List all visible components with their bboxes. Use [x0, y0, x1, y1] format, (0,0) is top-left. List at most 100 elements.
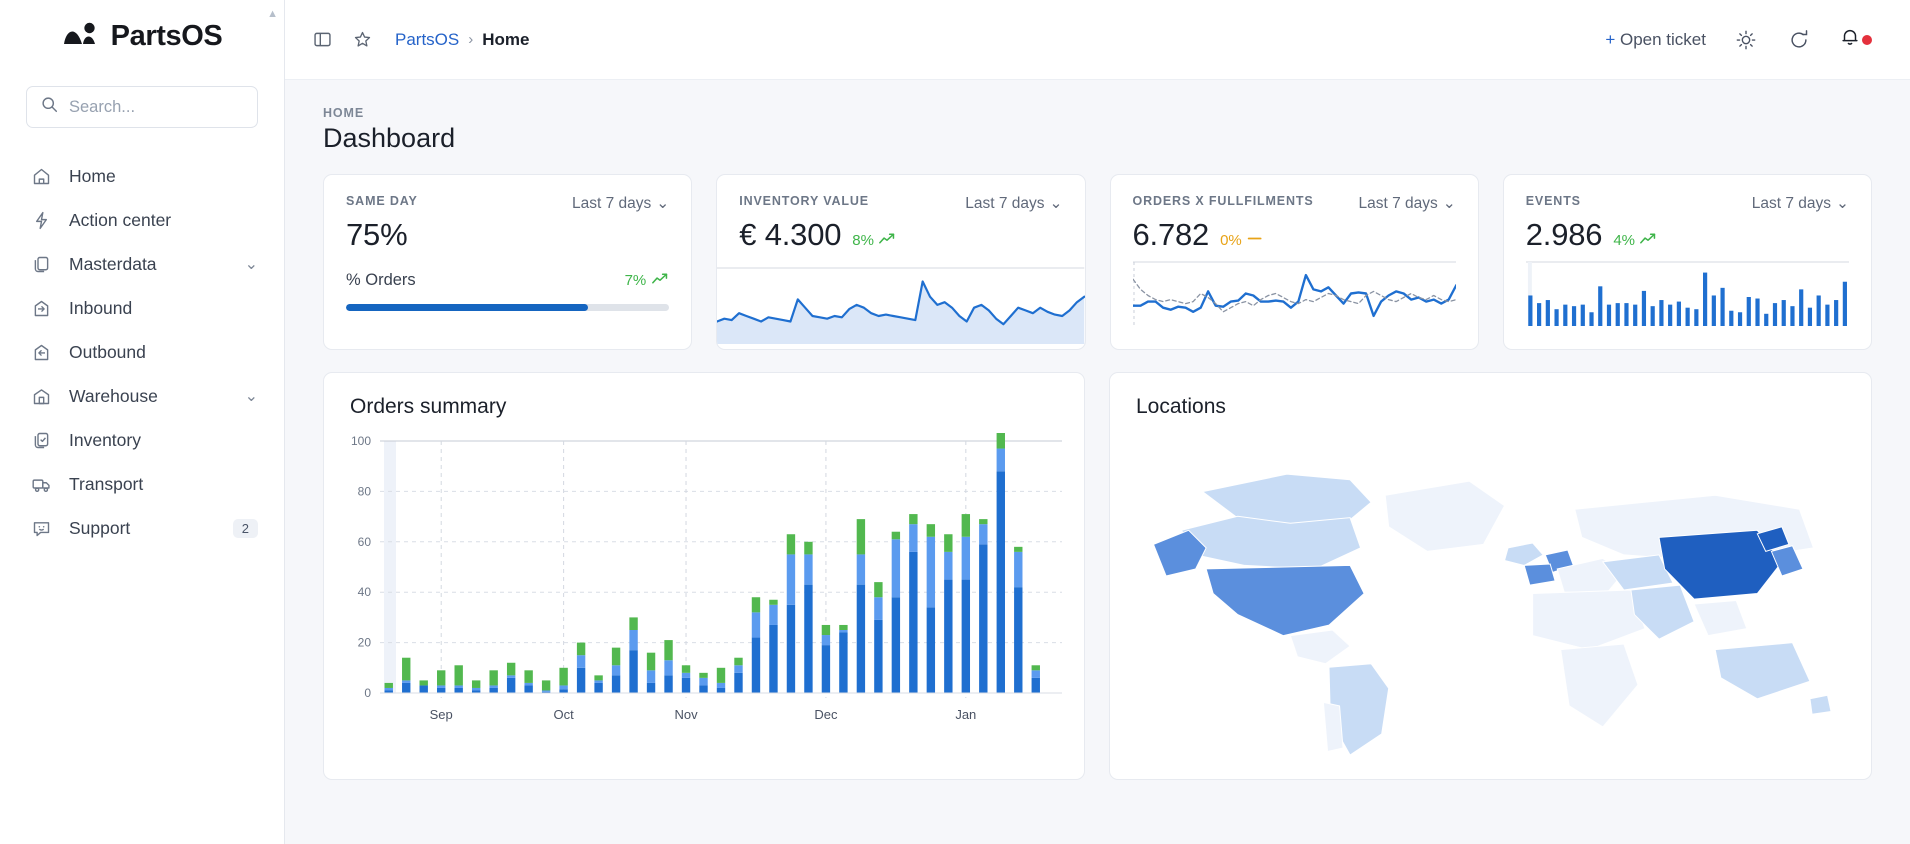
map-region-mexico-ca[interactable]: [1289, 629, 1351, 665]
kpi-delta-value: 8%: [852, 232, 874, 249]
world-map[interactable]: [1110, 419, 1871, 760]
chevron-down-icon[interactable]: ⌄: [245, 386, 258, 406]
kpi-value: 75%: [346, 217, 408, 252]
map-region-canada[interactable]: [1180, 515, 1362, 570]
warehouse-icon: [30, 385, 52, 407]
map-region-india[interactable]: [1630, 584, 1695, 640]
locations-panel: Locations: [1109, 372, 1872, 780]
orders-summary-chart[interactable]: 0 20 40 60 80 100 Sep Oct Nov Dec Jan: [324, 419, 1084, 738]
refresh-icon[interactable]: [1786, 27, 1812, 53]
map-region-africa-south[interactable]: [1560, 643, 1639, 728]
kpi-range-selector[interactable]: Last 7 days ⌄: [965, 194, 1062, 213]
kpi-label: INVENTORY VALUE: [739, 194, 869, 208]
map-region-sea[interactable]: [1693, 600, 1748, 637]
trend-flat-icon: [1247, 232, 1264, 249]
sidebar-item-label: Warehouse: [69, 385, 158, 406]
kpi-card-events[interactable]: EVENTS Last 7 days ⌄ 2.986 4%: [1502, 174, 1872, 350]
kpi-range-label: Last 7 days: [1751, 194, 1831, 212]
sidebar-item-transport[interactable]: Transport: [0, 462, 284, 506]
sidebar-item-label: Transport: [69, 473, 144, 494]
sidebar-scroll-up-icon[interactable]: ▲: [267, 8, 278, 20]
kpi-card-row: SAME DAY Last 7 days ⌄ 75% % Orders 7% I…: [323, 174, 1872, 350]
kpi-card-same-day[interactable]: SAME DAY Last 7 days ⌄ 75% % Orders 7%: [323, 174, 693, 350]
locations-title: Locations: [1136, 395, 1226, 418]
inventory-area-sparkline: [717, 266, 1085, 349]
open-ticket-plus: +: [1605, 29, 1616, 49]
chevron-down-icon: ⌄: [1836, 195, 1849, 212]
page-title: Dashboard: [323, 123, 456, 153]
kpi-delta: 0%: [1220, 232, 1264, 249]
sidebar-item-inbound[interactable]: Inbound: [0, 286, 284, 330]
chevron-down-icon: ⌄: [1442, 195, 1456, 212]
notifications-button[interactable]: [1839, 26, 1872, 53]
progress-bar: [346, 304, 670, 311]
inbound-icon: [30, 297, 52, 319]
chevron-down-icon: ⌄: [1049, 195, 1063, 212]
sidebar-item-support[interactable]: Support 2: [0, 506, 284, 550]
truck-icon: [30, 473, 52, 495]
partsos-mark-icon: [62, 21, 102, 52]
svg-text:Dec: Dec: [814, 707, 838, 722]
sidebar-item-inventory[interactable]: Inventory: [0, 418, 284, 462]
svg-text:Jan: Jan: [955, 707, 976, 722]
kpi-card-orders-fullfilments[interactable]: ORDERS X FULLFILMENTS Last 7 days ⌄ 6.78…: [1109, 174, 1479, 350]
map-region-france[interactable]: [1523, 563, 1556, 586]
chevron-down-icon[interactable]: ⌄: [245, 254, 258, 274]
sidebar-item-masterdata[interactable]: Masterdata ⌄: [0, 242, 284, 286]
svg-text:Nov: Nov: [674, 707, 698, 722]
breadcrumb-separator: ›: [468, 31, 474, 48]
svg-text:Sep: Sep: [430, 707, 453, 722]
search-input[interactable]: [69, 97, 243, 117]
kpi-value: 6.782: [1132, 217, 1210, 252]
sidebar-item-home[interactable]: Home: [0, 154, 284, 198]
kpi-card-inventory-value[interactable]: INVENTORY VALUE Last 7 days ⌄ € 4.300 8%: [716, 174, 1086, 350]
search-field[interactable]: [26, 86, 258, 128]
breadcrumb-root[interactable]: PartsOS: [395, 30, 459, 50]
kpi-sub-label: % Orders: [346, 271, 416, 289]
map-region-united-states[interactable]: [1205, 564, 1365, 637]
dashboard-content: HOME Dashboard SAME DAY Last 7 days ⌄ 75: [285, 80, 1910, 844]
breadcrumb: PartsOS › Home: [395, 30, 529, 50]
sidebar-toggle-icon[interactable]: [309, 27, 335, 53]
orders-dual-line-sparkline: [1131, 258, 1457, 335]
svg-text:Oct: Oct: [553, 707, 574, 722]
map-region-australia[interactable]: [1714, 642, 1811, 700]
kpi-sub-delta-value: 7%: [624, 272, 647, 289]
kpi-range-selector[interactable]: Last 7 days ⌄: [1752, 194, 1849, 213]
brand-logo[interactable]: PartsOS: [0, 0, 284, 72]
kpi-range-selector[interactable]: Last 7 days ⌄: [1358, 194, 1455, 213]
chat-smile-icon: [30, 517, 52, 539]
map-region-greenland[interactable]: [1384, 480, 1506, 552]
sidebar-item-warehouse[interactable]: Warehouse ⌄: [0, 374, 284, 418]
svg-text:20: 20: [358, 636, 372, 650]
sidebar-item-action-center[interactable]: Action center: [0, 198, 284, 242]
page-eyebrow: HOME: [323, 106, 365, 120]
orders-summary-title: Orders summary: [350, 395, 507, 418]
copy-icon: [30, 253, 52, 275]
map-region-argentina[interactable]: [1322, 701, 1344, 753]
page-heading: HOME Dashboard: [323, 106, 1872, 154]
notification-dot: [1862, 34, 1872, 45]
map-region-africa-north[interactable]: [1532, 589, 1646, 651]
kpi-delta-value: 0%: [1220, 232, 1242, 249]
kpi-range-selector[interactable]: Last 7 days ⌄: [572, 194, 669, 213]
kpi-label: SAME DAY: [346, 194, 418, 208]
sidebar-item-label: Support: [69, 517, 131, 538]
sidebar-item-outbound[interactable]: Outbound: [0, 330, 284, 374]
chevron-down-icon: ⌄: [656, 195, 670, 212]
open-ticket-button[interactable]: + Open ticket: [1605, 30, 1706, 50]
map-region-new-zealand[interactable]: [1809, 694, 1832, 715]
trend-up-icon: [1640, 232, 1657, 249]
star-icon[interactable]: [349, 27, 375, 53]
kpi-label: ORDERS X FULLFILMENTS: [1132, 194, 1314, 208]
kpi-sub-delta: 7%: [625, 272, 670, 289]
sidebar: ▲ PartsOS Search... Home Action center M…: [0, 0, 285, 844]
trend-up-icon: [879, 232, 896, 249]
panel-row: Orders summary 0 20 40 60 80 100 Sep Oct Nov Dec J…: [323, 372, 1872, 780]
svg-text:0: 0: [364, 686, 371, 700]
sidebar-item-label: Home: [69, 165, 116, 186]
sun-icon[interactable]: [1733, 27, 1759, 53]
map-region-uk-ireland[interactable]: [1503, 542, 1544, 566]
search-icon: [41, 96, 58, 118]
sidebar-item-label: Outbound: [69, 341, 146, 362]
